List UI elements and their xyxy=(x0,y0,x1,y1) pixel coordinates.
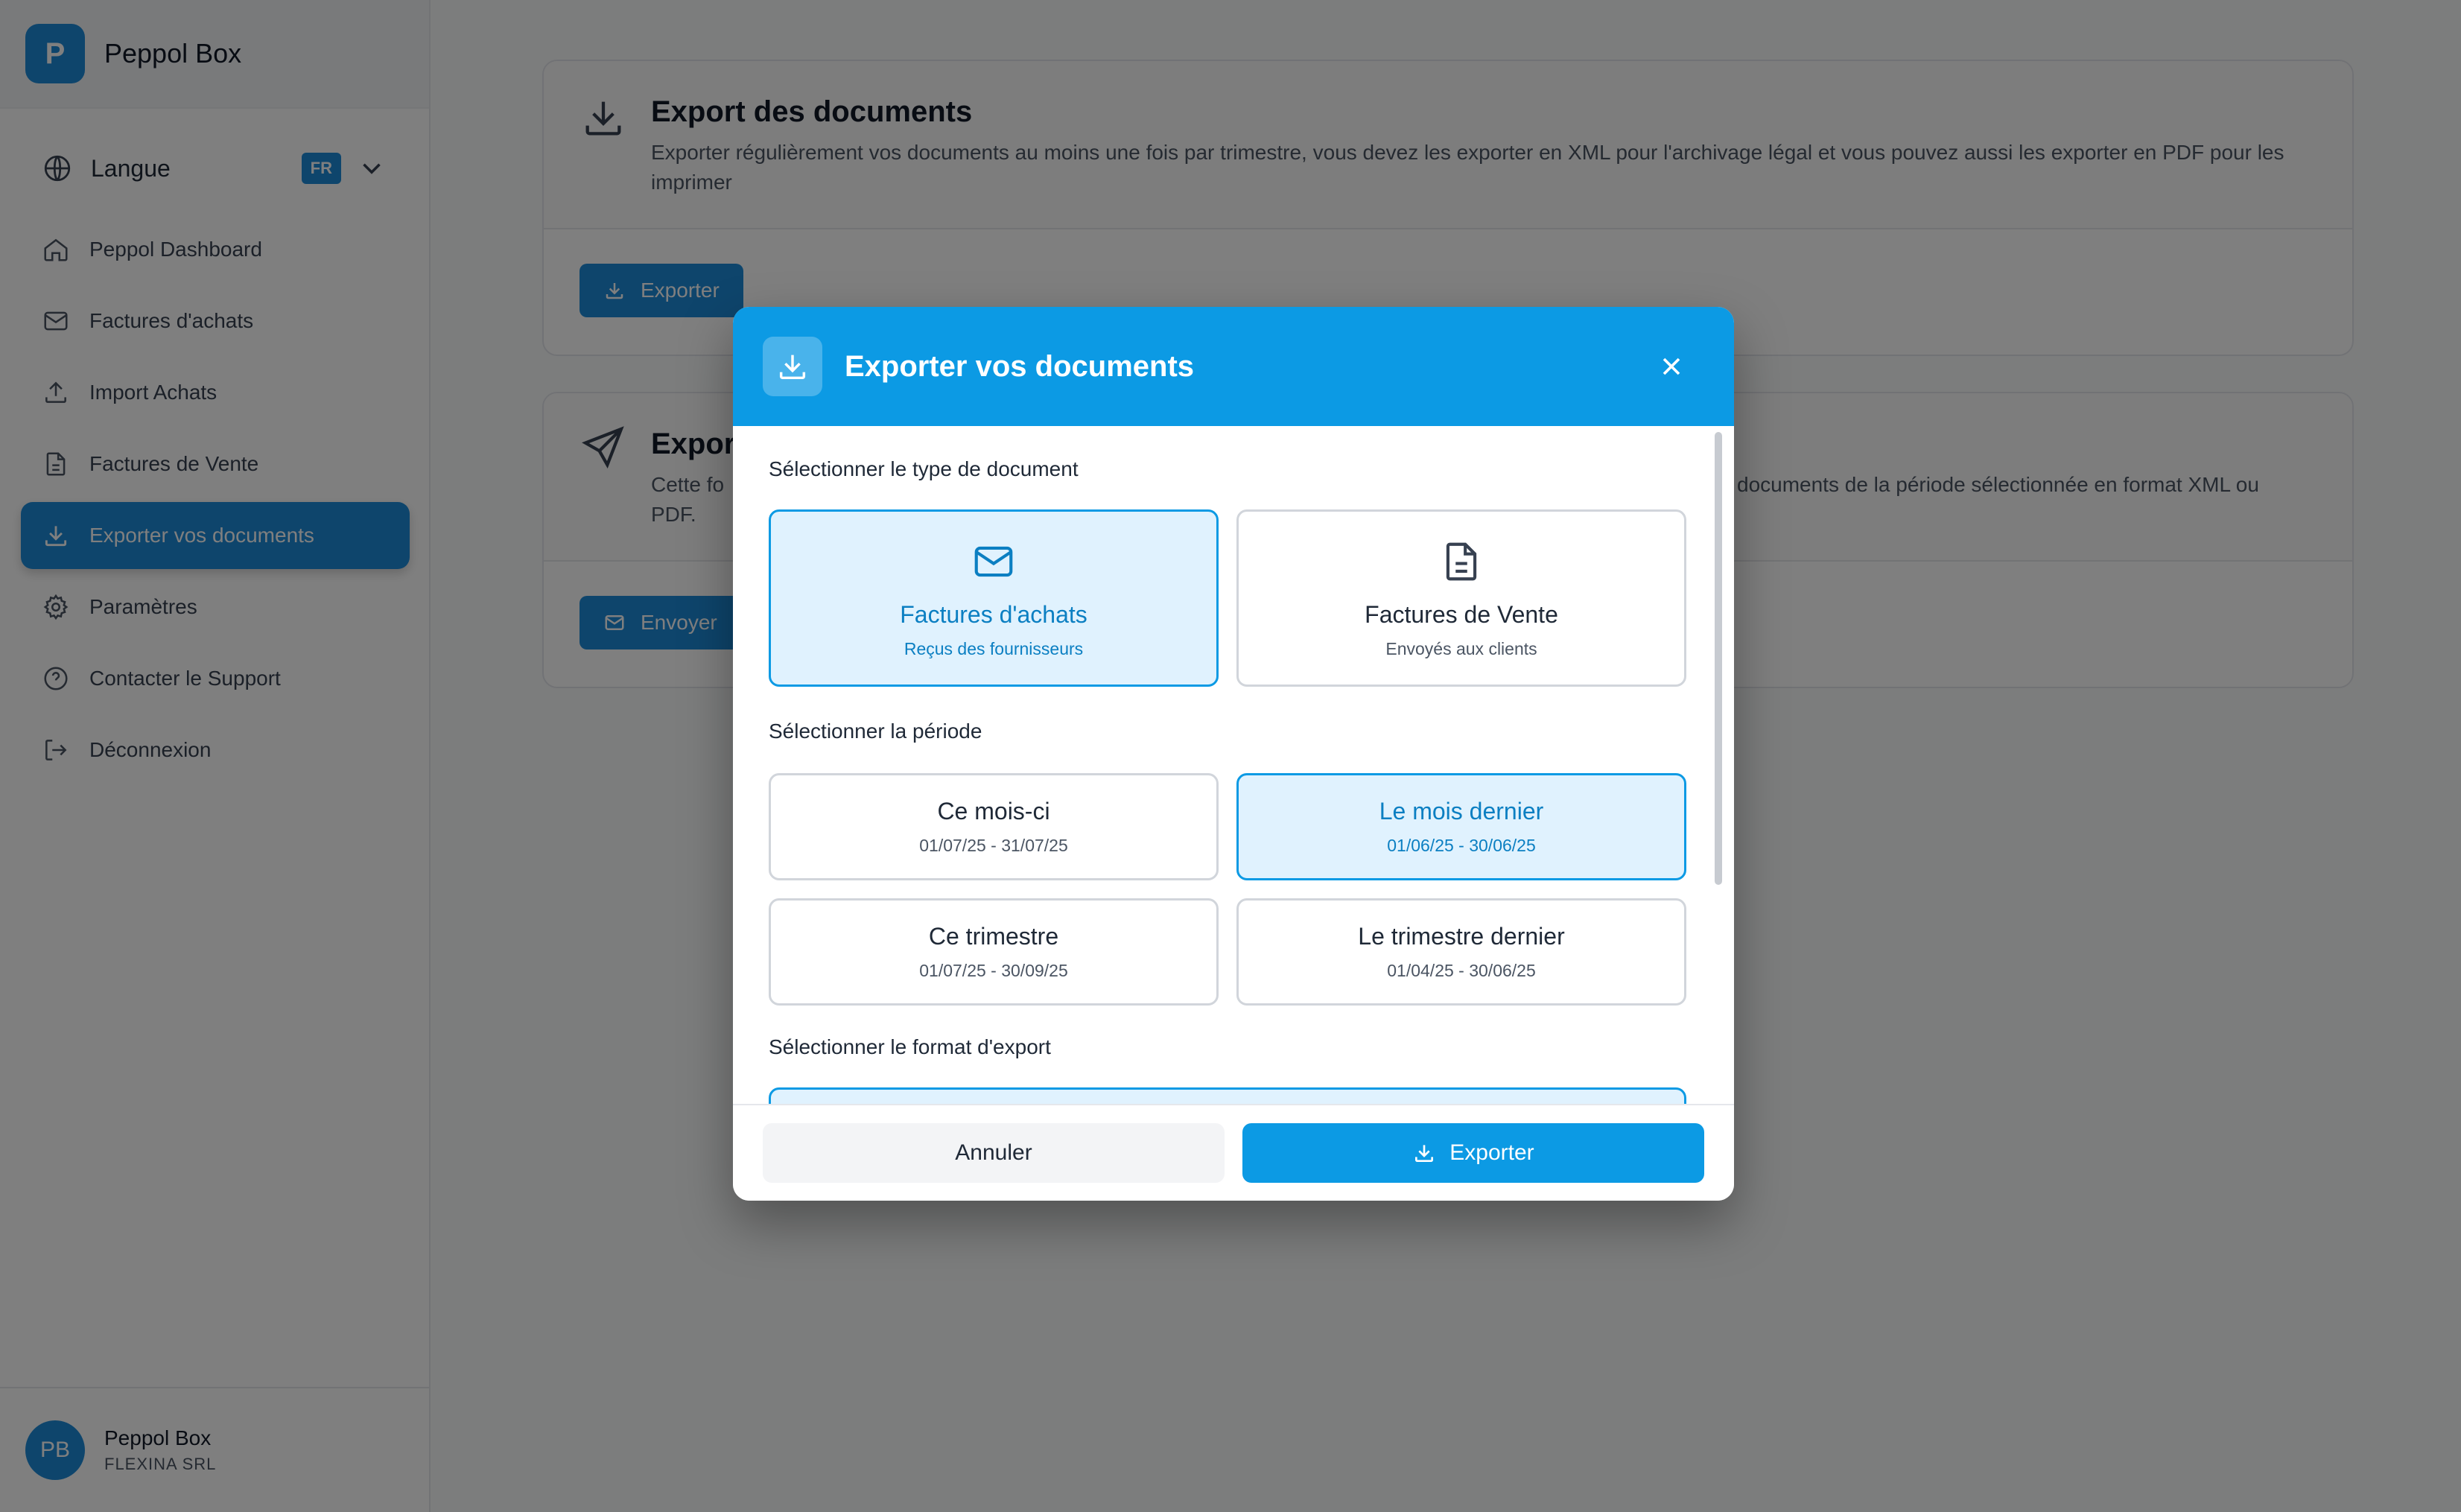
option-title: Factures de Vente xyxy=(1365,601,1558,628)
option-title: Ce trimestre xyxy=(928,923,1059,950)
close-icon xyxy=(1663,358,1680,375)
option-subtitle: Reçus des fournisseurs xyxy=(904,639,1084,658)
option-title: Factures d'achats xyxy=(900,601,1087,628)
download-icon xyxy=(779,355,806,380)
period-this-month-option[interactable]: Ce mois-ci 01/07/25 - 31/07/25 xyxy=(769,773,1219,880)
doc-type-sales-option[interactable]: Factures de Vente Envoyés aux clients xyxy=(1236,509,1686,687)
mail-icon xyxy=(974,546,1013,577)
period-label: Sélectionner la période xyxy=(769,720,982,743)
option-range: 01/06/25 - 30/06/25 xyxy=(1387,836,1536,855)
export-button-label: Exporter xyxy=(1449,1140,1534,1165)
modal-title: Exporter vos documents xyxy=(845,349,1195,383)
modal-scrollbar[interactable] xyxy=(1715,432,1722,885)
format-label: Sélectionner le format d'export xyxy=(769,1035,1051,1058)
period-this-quarter-option[interactable]: Ce trimestre 01/07/25 - 30/09/25 xyxy=(769,898,1219,1006)
option-title: Le mois dernier xyxy=(1379,798,1544,825)
export-modal: Exporter vos documents Sélectionner le t… xyxy=(733,307,1734,1201)
option-range: 01/07/25 - 31/07/25 xyxy=(919,836,1068,855)
doc-type-label: Sélectionner le type de document xyxy=(769,457,1079,480)
modal-export-button[interactable]: Exporter xyxy=(1242,1123,1704,1183)
download-icon xyxy=(1415,1145,1434,1162)
option-range: 01/04/25 - 30/06/25 xyxy=(1387,961,1536,980)
option-range: 01/07/25 - 30/09/25 xyxy=(919,961,1068,980)
modal-header: Exporter vos documents xyxy=(733,307,1734,426)
period-last-month-option[interactable]: Le mois dernier 01/06/25 - 30/06/25 xyxy=(1236,773,1686,880)
option-subtitle: Envoyés aux clients xyxy=(1385,639,1537,658)
modal-header-icon xyxy=(763,337,822,396)
modal-scroll-area[interactable]: Sélectionner le type de document Facture… xyxy=(769,426,1692,1110)
modal-footer: Annuler Exporter xyxy=(733,1104,1734,1201)
document-icon xyxy=(1446,542,1477,581)
doc-type-purchase-option[interactable]: Factures d'achats Reçus des fournisseurs xyxy=(769,509,1219,687)
option-title: Ce mois-ci xyxy=(937,798,1050,825)
option-title: Le trimestre dernier xyxy=(1358,923,1565,950)
period-last-quarter-option[interactable]: Le trimestre dernier 01/04/25 - 30/06/25 xyxy=(1236,898,1686,1006)
cancel-button[interactable]: Annuler xyxy=(763,1123,1225,1183)
close-button[interactable] xyxy=(1649,344,1694,389)
